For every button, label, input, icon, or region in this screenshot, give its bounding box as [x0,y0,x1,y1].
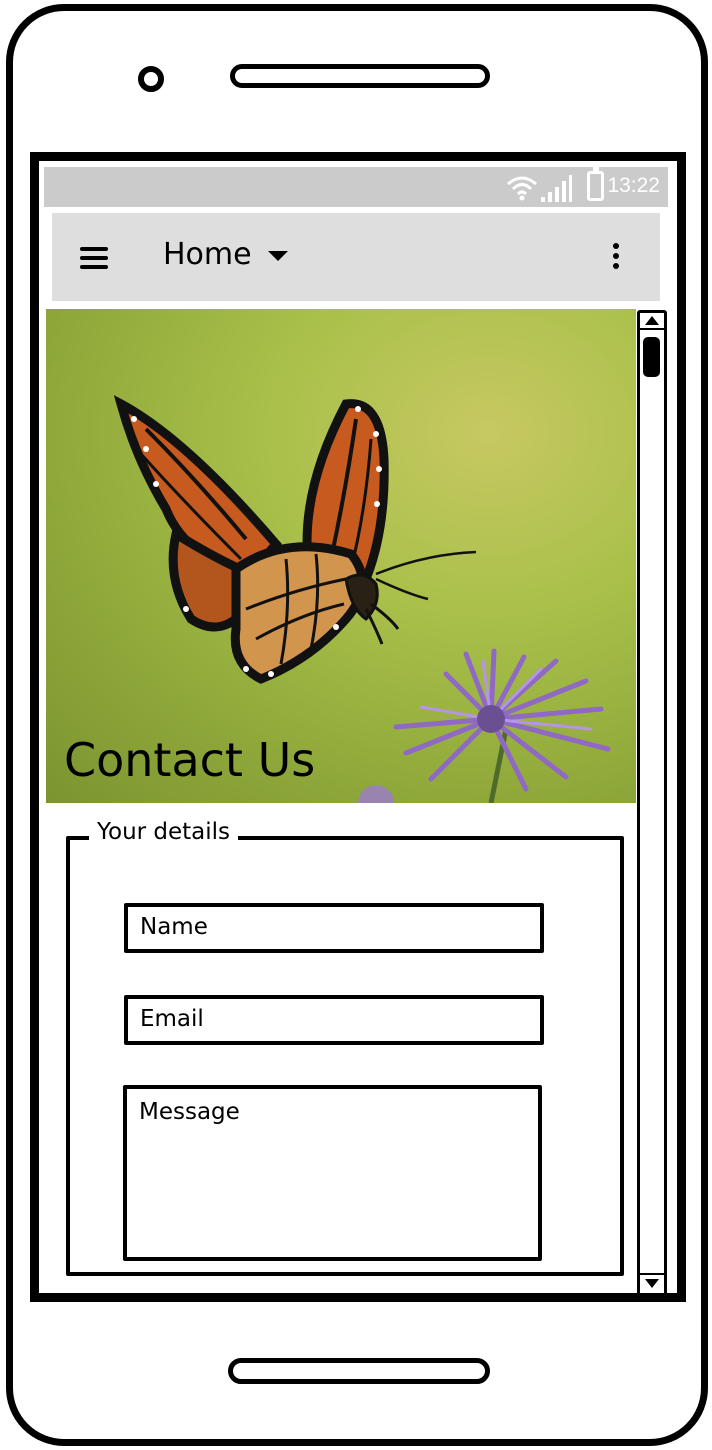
app-bar: Home [52,213,660,301]
flower-icon [358,648,611,803]
battery-icon [587,167,604,201]
email-input[interactable]: Email [124,995,544,1045]
scroll-down-arrow-icon[interactable] [645,1279,659,1288]
butterfly-illustration [113,395,611,803]
overflow-menu-icon[interactable] [613,243,619,271]
butterfly-icon [113,395,477,684]
scroll-thumb[interactable] [643,337,660,377]
status-bar: 13:22 [44,167,668,207]
message-textarea[interactable]: Message [123,1085,542,1261]
menu-icon[interactable] [80,247,108,269]
page-title-dropdown[interactable]: Home [163,237,252,272]
vertical-scrollbar[interactable] [637,310,667,1293]
name-input[interactable]: Name [124,903,544,953]
speaker-grille [230,64,490,88]
wifi-icon [507,176,537,201]
home-button[interactable] [228,1358,490,1384]
hero-title: Contact Us [64,733,316,787]
camera-icon [138,66,164,92]
scroll-divider [640,328,664,330]
scroll-up-arrow-icon[interactable] [645,316,659,325]
hero-image: Contact Us [46,309,636,803]
phone-screen: 13:22 Home Contact Us Your details Name … [30,152,686,1302]
fieldset-legend: Your details [89,819,239,845]
chevron-down-icon[interactable] [268,251,288,261]
signal-icon [541,175,572,202]
name-placeholder: Name [140,914,208,940]
status-time: 13:22 [607,174,660,197]
message-placeholder: Message [139,1099,240,1125]
scroll-divider [640,1273,664,1275]
email-placeholder: Email [140,1006,204,1032]
